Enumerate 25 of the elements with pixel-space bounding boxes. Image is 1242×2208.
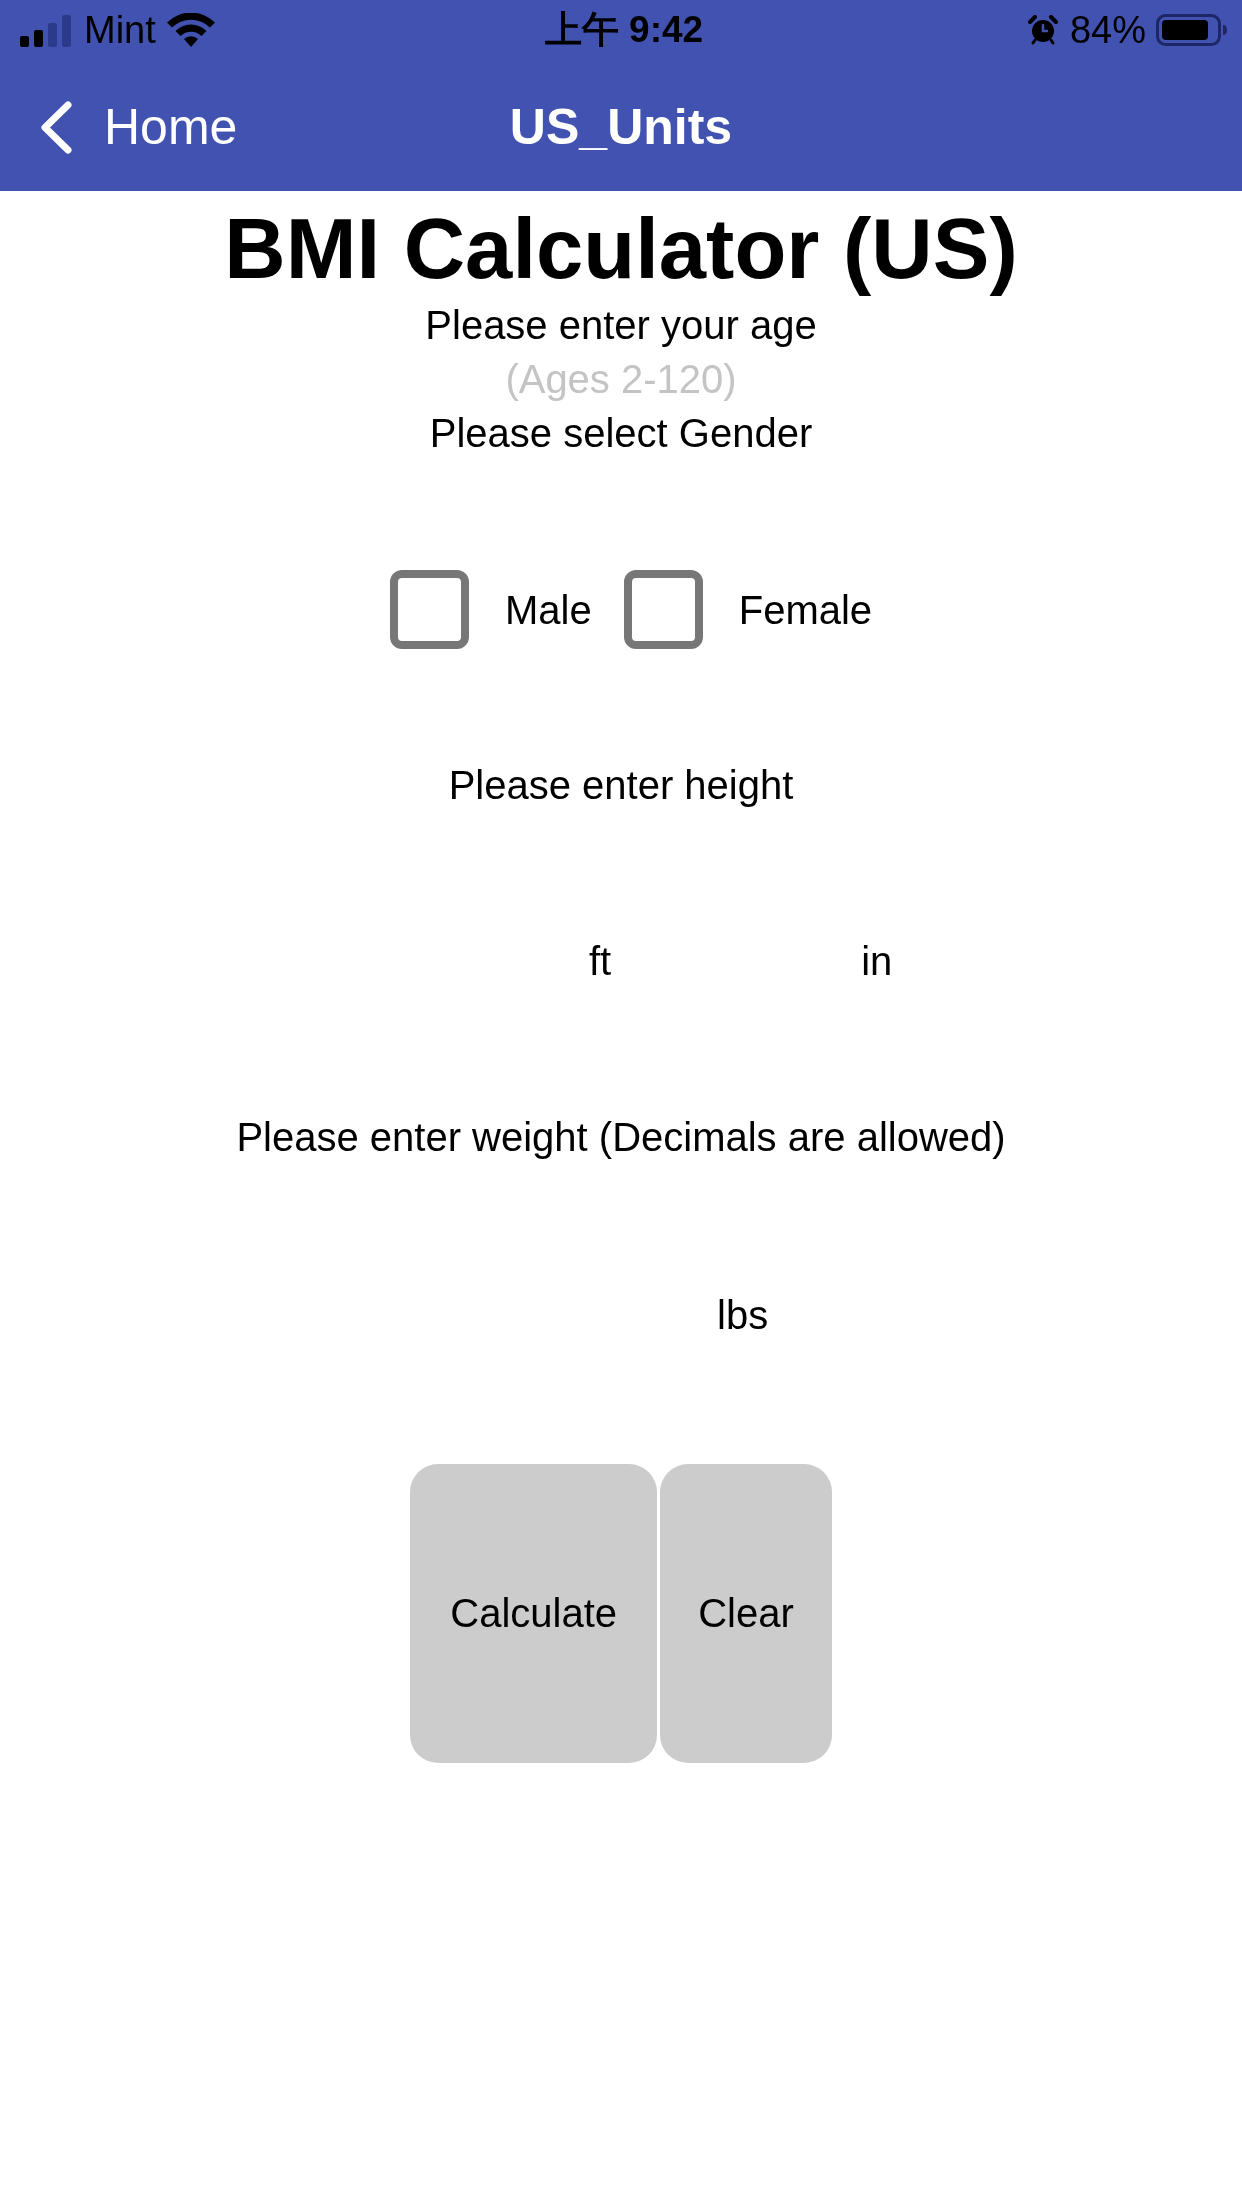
calculate-button[interactable]: Calculate xyxy=(410,1464,658,1763)
alarm-clock-icon xyxy=(1027,15,1058,45)
height-label: Please enter height xyxy=(448,762,794,809)
carrier-name: Mint xyxy=(84,8,156,52)
unit-label: in xyxy=(861,938,893,985)
age-label: Please enter your age xyxy=(425,302,817,349)
wifi-icon xyxy=(166,13,215,47)
back-chevron-icon xyxy=(39,100,73,154)
back-button[interactable]: Home xyxy=(39,98,238,156)
checkbox-label: Female xyxy=(738,586,873,634)
unit-label: lbs xyxy=(717,1292,769,1339)
checkbox[interactable] xyxy=(623,570,703,649)
signal-icon xyxy=(20,15,71,47)
checkbox[interactable] xyxy=(390,570,469,649)
weight-label: Please enter weight (Decimals are allowed) xyxy=(236,1114,1006,1161)
status-time: 上午 9:42 xyxy=(544,8,704,52)
gender-label: Please select Gender xyxy=(429,410,813,457)
battery-percentage: 84% xyxy=(1069,8,1146,52)
page-heading: BMI Calculator (US) xyxy=(224,200,1018,298)
screen-title: US_Units xyxy=(509,98,733,156)
unit-label: ft xyxy=(589,938,612,985)
age-input[interactable]: (Ages 2-120) xyxy=(486,352,756,406)
clear-button[interactable]: Clear xyxy=(660,1464,832,1763)
checkbox-label: Male xyxy=(505,586,592,634)
battery-icon xyxy=(1156,14,1228,46)
